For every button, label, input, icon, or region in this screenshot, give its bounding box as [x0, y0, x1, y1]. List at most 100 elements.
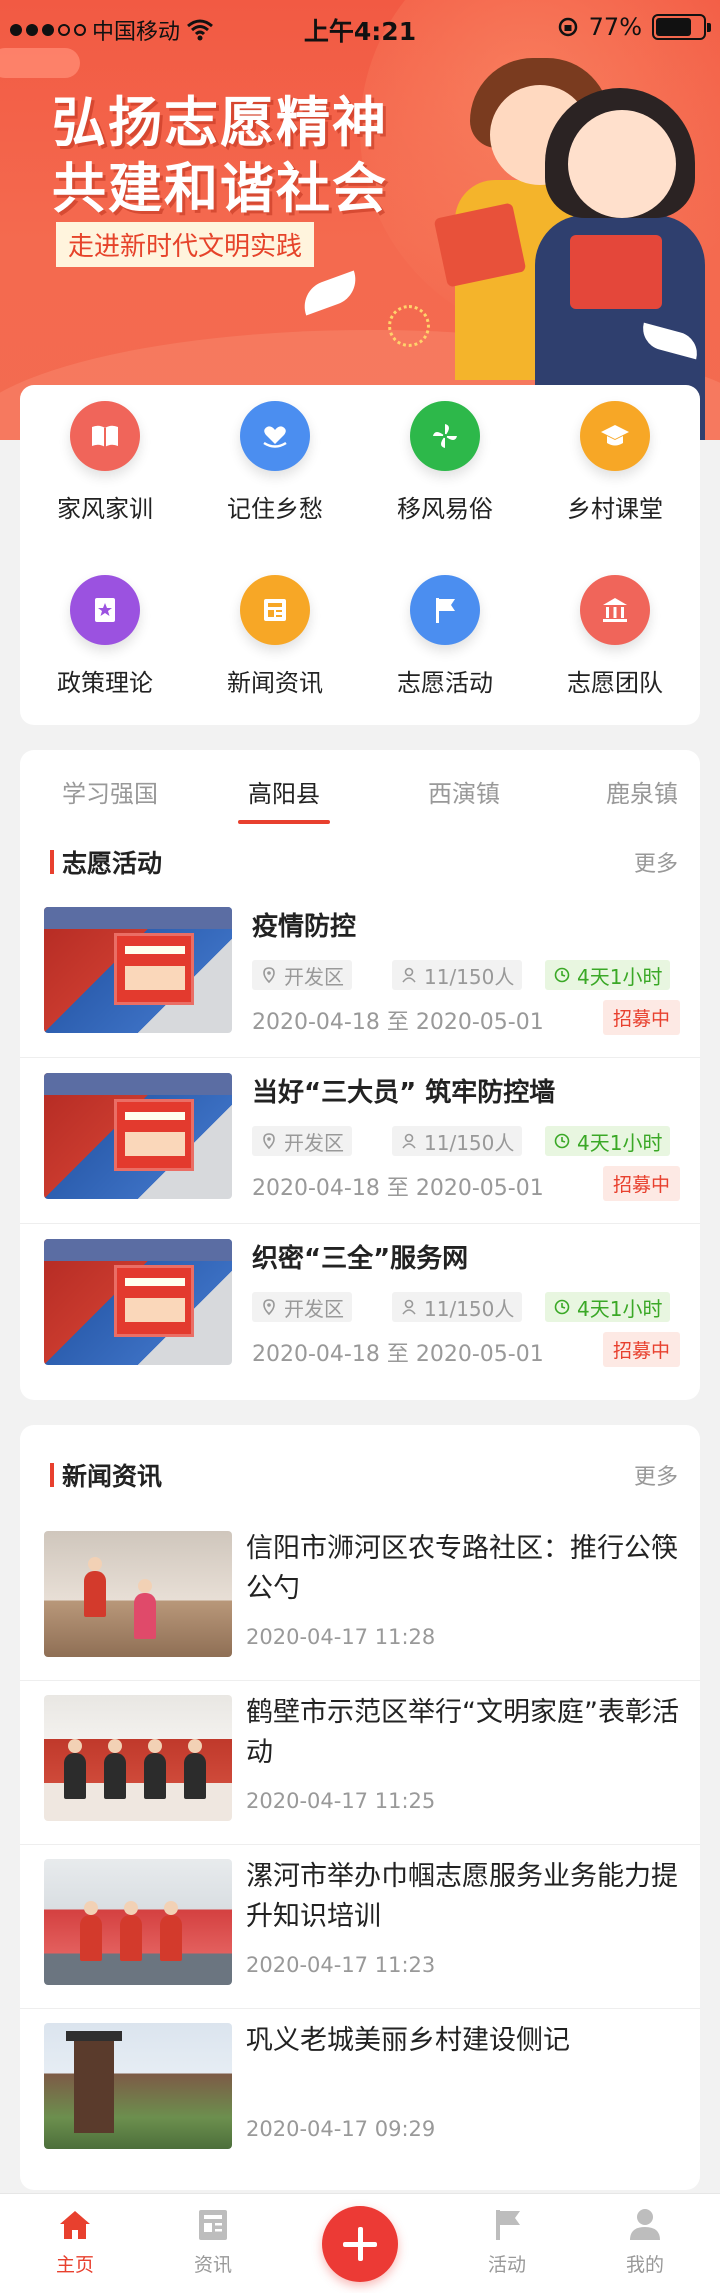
- news-title: 巩义老城美丽乡村建设侧记: [246, 2025, 570, 2056]
- banner-subtitle: 走进新时代文明实践: [56, 222, 315, 267]
- tab-home[interactable]: 主页: [25, 2206, 125, 2277]
- news-card: 新闻资讯 更多 信阳市浉河区农专路社区：推行公筷公勺 2020-04-17 11…: [20, 1425, 700, 2190]
- news-item[interactable]: 鹤壁市示范区举行“文明家庭”表彰活动 2020-04-17 11:25: [20, 1681, 700, 1845]
- activity-thumbnail: [44, 1239, 232, 1365]
- news-date: 2020-04-17 09:29: [246, 2117, 436, 2141]
- status-badge: 招募中: [602, 1332, 680, 1367]
- category-label: 家风家训: [57, 495, 153, 523]
- news-header: 新闻资讯 更多: [20, 1455, 700, 1495]
- activity-dates: 2020-04-18 至 2020-05-01: [252, 1342, 544, 1367]
- volunteer-card: 学习强国 高阳县 西演镇 鹿泉镇 志愿活动 更多 疫情防控 开发区 11/150…: [20, 750, 700, 1400]
- category-item-huodong[interactable]: 志愿活动: [360, 575, 530, 698]
- section-title: 新闻资讯: [62, 1462, 163, 1491]
- tab-label: 主页: [55, 2254, 94, 2276]
- category-item-tuandui[interactable]: 志愿团队: [530, 575, 700, 698]
- status-badge: 招募中: [602, 1166, 680, 1201]
- more-link[interactable]: 更多: [634, 846, 678, 878]
- people-pill: 11/150人: [392, 1126, 523, 1156]
- battery-percent: 77%: [588, 13, 642, 41]
- category-grid: 家风家训 记住乡愁 移风易俗 乡村课堂 政策理论 新闻资讯 志愿活动 志愿团队: [20, 385, 700, 725]
- activity-title: 织密“三全”服务网: [252, 1244, 469, 1274]
- news-date: 2020-04-17 11:23: [246, 1953, 436, 1977]
- graduation-cap-icon: [580, 401, 650, 471]
- star-book-icon: [70, 575, 140, 645]
- category-item-xinwen[interactable]: 新闻资讯: [190, 575, 360, 698]
- illustration-book: [570, 235, 662, 309]
- user-icon: [630, 2209, 660, 2240]
- activity-item[interactable]: 织密“三全”服务网 开发区 11/150人 4天1小时 2020-04-18 至…: [20, 1224, 700, 1390]
- news-thumbnail: [44, 1695, 232, 1821]
- activity-title: 当好“三大员” 筑牢防控墙: [252, 1078, 556, 1108]
- institution-icon: [580, 575, 650, 645]
- section-marker: [50, 1463, 54, 1487]
- category-label: 志愿活动: [397, 669, 493, 697]
- tab-activity[interactable]: 活动: [457, 2206, 557, 2277]
- tab-xuexiqiangguo[interactable]: 学习强国: [62, 774, 158, 809]
- news-date: 2020-04-17 11:25: [246, 1789, 436, 1813]
- status-badge: 招募中: [602, 1000, 680, 1035]
- plus-icon[interactable]: [322, 2206, 398, 2282]
- category-item-jiafeng[interactable]: 家风家训: [20, 401, 190, 524]
- location-pill: 开发区: [252, 960, 352, 990]
- location-pin-icon: [263, 1133, 275, 1150]
- news-icon: [240, 575, 310, 645]
- flag-icon: [496, 2210, 520, 2240]
- tab-label: 活动: [487, 2254, 526, 2276]
- clock-icon: [554, 1299, 570, 1315]
- news-title: 漯河市举办巾帼志愿服务业务能力提升知识培训: [246, 1861, 678, 1932]
- category-item-zhengce[interactable]: 政策理论: [20, 575, 190, 698]
- person-icon: [402, 1299, 416, 1315]
- clock-icon: [554, 1133, 570, 1149]
- category-label: 政策理论: [57, 669, 153, 697]
- news-title: 鹤壁市示范区举行“文明家庭”表彰活动: [246, 1697, 679, 1768]
- home-icon: [60, 2211, 90, 2239]
- bottom-tab-bar: 主页 资讯 活动 我的: [0, 2193, 720, 2293]
- people-pill: 11/150人: [392, 1292, 523, 1322]
- flag-icon: [410, 575, 480, 645]
- status-right: 77%: [557, 13, 711, 41]
- battery-icon: [652, 14, 711, 40]
- location-pin-icon: [263, 967, 275, 984]
- category-label: 新闻资讯: [227, 669, 323, 697]
- more-link[interactable]: 更多: [634, 1459, 678, 1491]
- category-item-ketang[interactable]: 乡村课堂: [530, 401, 700, 524]
- time-remaining-pill: 4天1小时: [545, 1292, 671, 1322]
- news-thumbnail: [44, 1859, 232, 1985]
- news-item[interactable]: 信阳市浉河区农专路社区：推行公筷公勺 2020-04-17 11:28: [20, 1517, 700, 1681]
- news-icon: [199, 2210, 227, 2240]
- category-label: 乡村课堂: [567, 495, 663, 523]
- tab-label: 我的: [625, 2254, 664, 2276]
- category-label: 移风易俗: [397, 495, 493, 523]
- tab-xiyanzhen[interactable]: 西演镇: [428, 774, 500, 809]
- region-tabs: 学习强国 高阳县 西演镇 鹿泉镇: [20, 750, 700, 830]
- category-item-xiangchou[interactable]: 记住乡愁: [190, 401, 360, 524]
- banner[interactable]: 弘扬志愿精神 共建和谐社会 走进新时代文明实践: [0, 0, 720, 440]
- banner-title: 弘扬志愿精神 共建和谐社会: [52, 91, 388, 220]
- activity-thumbnail: [44, 907, 232, 1033]
- illustration-girl-face: [568, 110, 676, 218]
- tab-news[interactable]: 资讯: [163, 2206, 263, 2277]
- active-tab-indicator: [238, 820, 330, 824]
- tab-gaoyangxian[interactable]: 高阳县: [248, 774, 320, 809]
- person-icon: [402, 967, 416, 983]
- news-item[interactable]: 漯河市举办巾帼志愿服务业务能力提升知识培训 2020-04-17 11:23: [20, 1845, 700, 2009]
- dove-icon: [297, 270, 363, 316]
- activity-item[interactable]: 当好“三大员” 筑牢防控墙 开发区 11/150人 4天1小时 2020-04-…: [20, 1058, 700, 1224]
- category-label: 记住乡愁: [227, 495, 323, 523]
- news-item[interactable]: 巩义老城美丽乡村建设侧记 2020-04-17 09:29: [20, 2009, 700, 2173]
- clock-icon: [554, 967, 570, 983]
- tab-label: 资讯: [193, 2254, 232, 2276]
- activity-item[interactable]: 疫情防控 开发区 11/150人 4天1小时 2020-04-18 至 2020…: [20, 892, 700, 1058]
- section-marker: [50, 850, 54, 874]
- tab-mine[interactable]: 我的: [595, 2206, 695, 2277]
- activity-title: 疫情防控: [252, 912, 357, 942]
- activity-thumbnail: [44, 1073, 232, 1199]
- category-label: 志愿团队: [567, 669, 663, 697]
- status-bar: 中国移动 上午4:21 77%: [0, 0, 720, 56]
- category-item-yifeng[interactable]: 移风易俗: [360, 401, 530, 524]
- firework-icon: [388, 305, 430, 347]
- news-thumbnail: [44, 2023, 232, 2149]
- pinwheel-icon: [410, 401, 480, 471]
- time-remaining-pill: 4天1小时: [545, 1126, 671, 1156]
- tab-luquanzhen[interactable]: 鹿泉镇: [606, 774, 678, 809]
